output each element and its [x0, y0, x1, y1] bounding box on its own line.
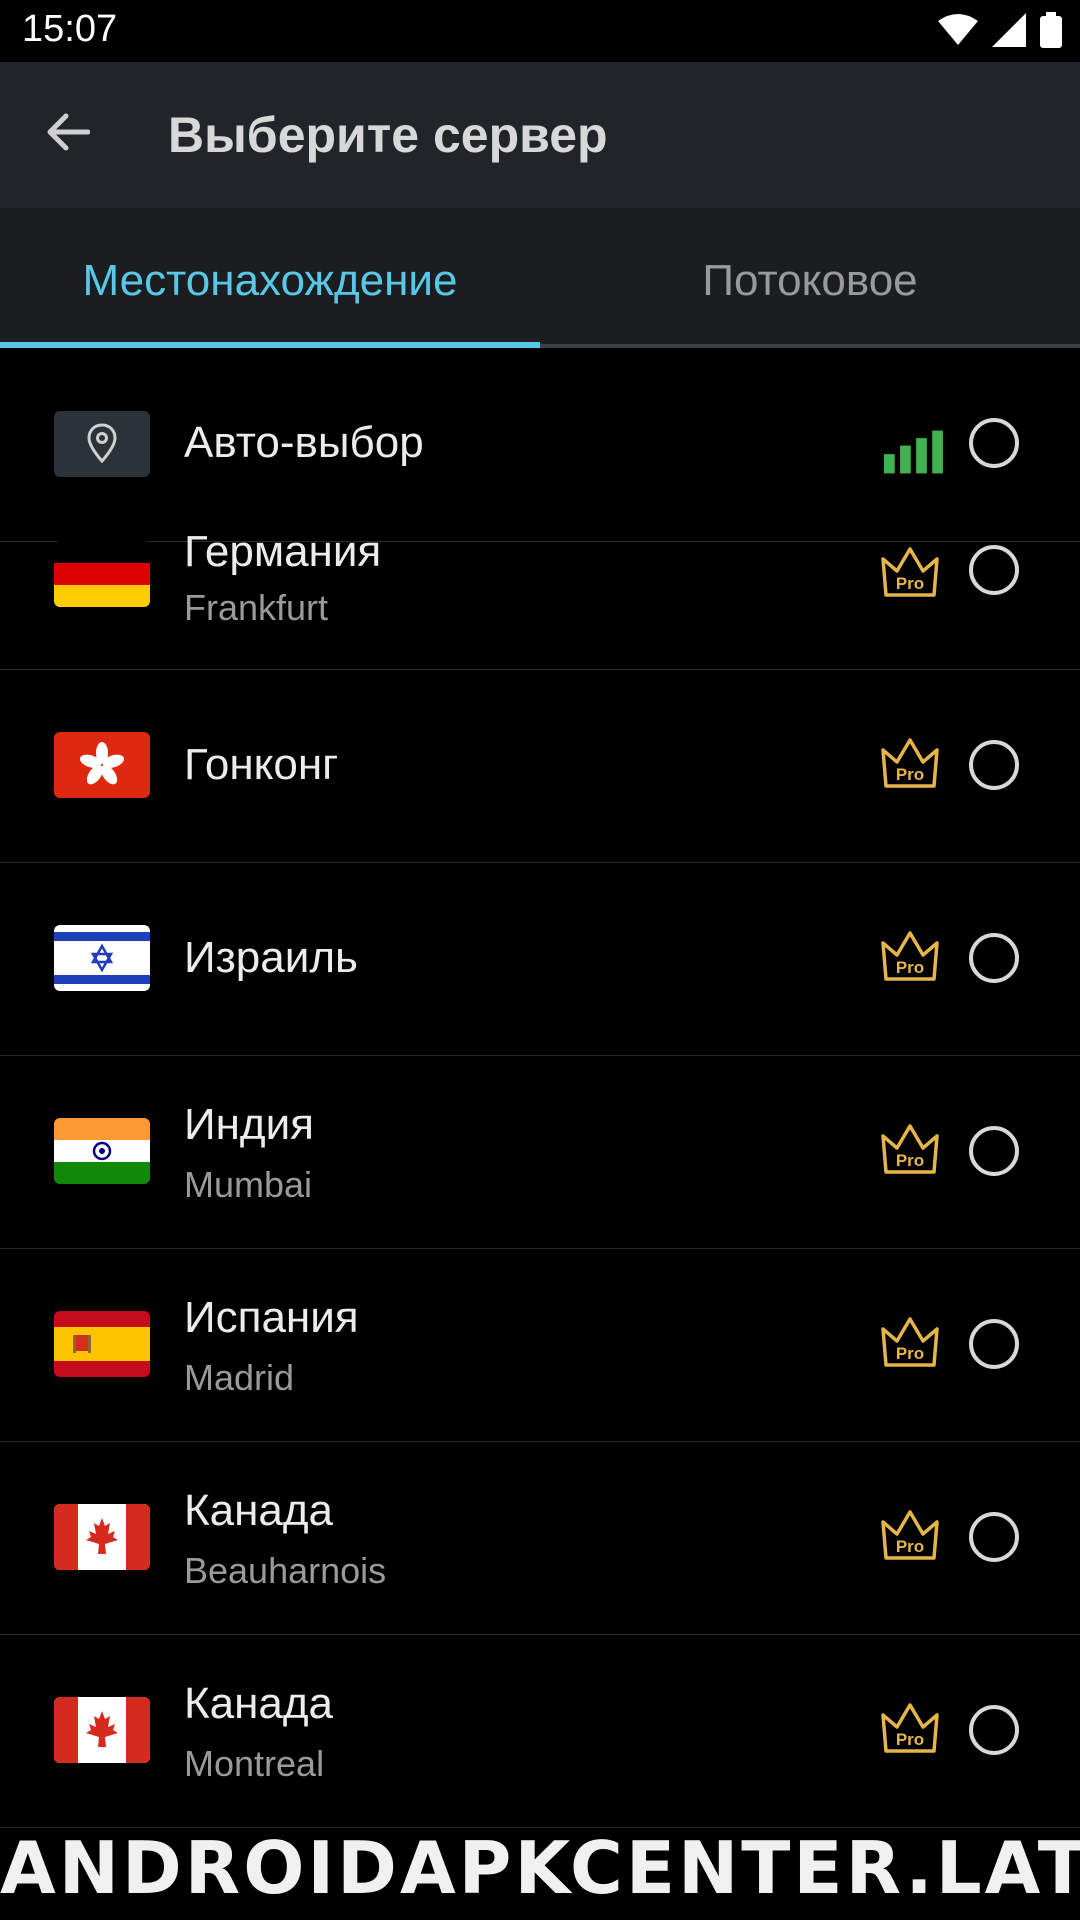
pro-crown-icon: Pro — [881, 547, 939, 597]
status-icons — [938, 12, 1062, 48]
server-radio[interactable] — [969, 1319, 1019, 1369]
india-flag — [54, 1118, 150, 1184]
pro-crown-icon: Pro — [881, 738, 939, 788]
server-city: Mumbai — [184, 1164, 313, 1205]
server-radio[interactable] — [969, 933, 1019, 983]
server-country: Канада — [184, 1486, 334, 1535]
pro-crown-icon: Pro — [881, 1317, 939, 1367]
status-time: 15:07 — [22, 8, 118, 50]
pro-badge-label: Pro — [896, 765, 924, 784]
server-row-israel[interactable]: Израиль Pro — [0, 863, 1080, 1056]
server-row-india[interactable]: Индия Mumbai Pro — [0, 1056, 1080, 1249]
signal-strength-icon — [884, 430, 943, 474]
location-pin-icon — [54, 411, 150, 477]
page-title: Выберите сервер — [168, 107, 608, 163]
tab-streaming[interactable]: Потоковое — [540, 208, 1080, 348]
tab-bar: Местонахождение Потоковое — [0, 208, 1080, 348]
server-radio[interactable] — [969, 1705, 1019, 1755]
server-country: Испания — [184, 1293, 359, 1342]
server-list[interactable]: Авто-выбор Германия Frankfurt Pro Гонкон… — [0, 348, 1080, 1920]
server-radio[interactable] — [969, 1512, 1019, 1562]
tab-location[interactable]: Местонахождение — [0, 208, 540, 348]
server-country: Гонконг — [184, 740, 339, 789]
spain-flag — [54, 1311, 150, 1377]
server-city: Montreal — [184, 1743, 325, 1784]
server-row-germany[interactable]: Германия Frankfurt Pro — [0, 527, 1080, 670]
cellular-signal-icon — [992, 13, 1026, 47]
germany-flag — [54, 541, 150, 607]
pro-crown-icon: Pro — [881, 1124, 939, 1174]
pro-badge-label: Pro — [896, 958, 924, 977]
back-arrow-icon — [47, 113, 90, 151]
canada-flag — [54, 1504, 150, 1570]
server-city: Madrid — [184, 1357, 295, 1398]
server-radio[interactable] — [969, 545, 1019, 595]
wifi-icon — [938, 14, 978, 45]
server-country: Израиль — [184, 933, 358, 982]
auto-select-label: Авто-выбор — [184, 418, 424, 467]
status-bar: 15:07 — [0, 0, 1080, 62]
canada-flag — [54, 1697, 150, 1763]
server-radio[interactable] — [969, 1126, 1019, 1176]
pro-badge-label: Pro — [896, 1344, 924, 1363]
hong-kong-flag — [54, 732, 150, 798]
auto-select-row[interactable]: Авто-выбор — [0, 348, 1080, 542]
watermark: ANDROIDAPKCENTER.LAT — [0, 1826, 1080, 1910]
server-row-canada-montreal[interactable]: Канада Montreal Pro — [0, 1635, 1080, 1828]
back-button[interactable] — [36, 100, 100, 164]
pro-badge-label: Pro — [896, 1537, 924, 1556]
battery-icon — [1040, 12, 1062, 48]
auto-select-radio[interactable] — [969, 418, 1019, 468]
server-row-spain[interactable]: Испания Madrid Pro — [0, 1249, 1080, 1442]
pro-crown-icon: Pro — [881, 1510, 939, 1560]
israel-flag — [54, 925, 150, 991]
server-row-hong-kong[interactable]: Гонконг Pro — [0, 670, 1080, 863]
server-country: Индия — [184, 1100, 315, 1149]
app-bar: Выберите сервер — [0, 62, 1080, 208]
pro-badge-label: Pro — [896, 574, 924, 593]
pro-crown-icon: Pro — [881, 931, 939, 981]
pro-crown-icon: Pro — [881, 1703, 939, 1753]
pro-badge-label: Pro — [896, 1151, 924, 1170]
server-city: Beauharnois — [184, 1550, 387, 1591]
server-country: Германия — [184, 527, 382, 576]
server-row-canada-beauharnois[interactable]: Канада Beauharnois Pro — [0, 1442, 1080, 1635]
pro-badge-label: Pro — [896, 1730, 924, 1749]
server-city: Frankfurt — [184, 587, 329, 628]
server-radio[interactable] — [969, 740, 1019, 790]
server-country: Канада — [184, 1679, 334, 1728]
